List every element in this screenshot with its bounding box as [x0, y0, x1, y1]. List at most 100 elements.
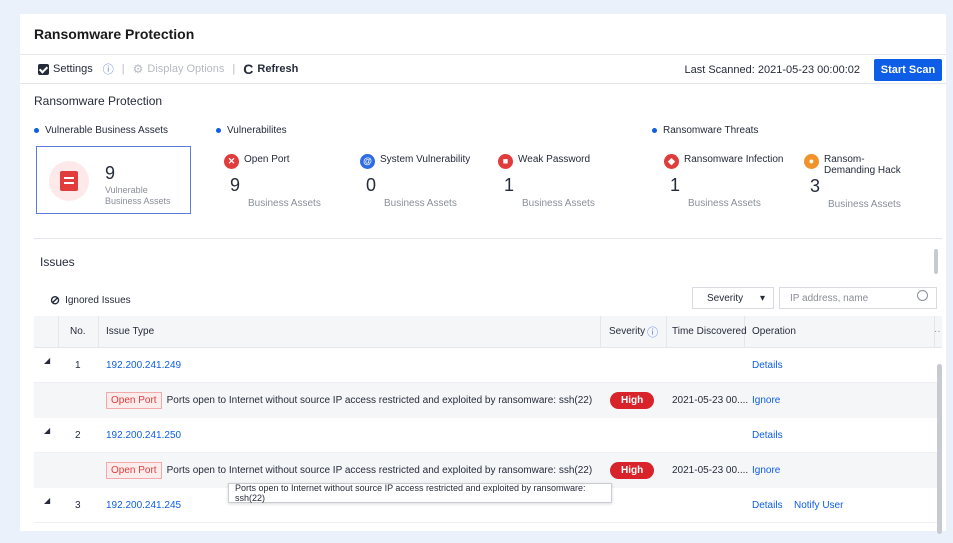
refresh-label: Refresh — [257, 63, 299, 75]
severity-badge: High — [610, 392, 655, 409]
open-port-tag: Open Port — [106, 392, 162, 409]
ignore-link[interactable]: Ignore — [752, 383, 780, 418]
document-icon — [60, 171, 78, 191]
stat-name: System Vulnerability — [380, 154, 471, 165]
table-subrow: Open Port Ports open to Internet without… — [34, 383, 942, 418]
open-port-tag: Open Port — [106, 462, 162, 479]
table-header: No. Issue Type Severity ⓘ Time Discovere… — [34, 316, 942, 348]
notify-user-link[interactable]: Notify User — [794, 488, 843, 522]
row-ip-link[interactable]: 192.200.241.249 — [106, 348, 181, 382]
severity-select[interactable]: Severity ▾ — [692, 287, 774, 309]
toolbar-separator: | — [232, 63, 236, 75]
settings-label: Settings — [53, 63, 93, 75]
ban-icon: ⊘ — [50, 293, 61, 307]
lock-icon: ■ — [498, 154, 513, 169]
stat-open-port[interactable]: ✕ Open Port 9 Business Assets — [224, 154, 359, 209]
section-title: Ransomware Protection — [34, 94, 163, 108]
gear-icon: ⚙ — [132, 62, 144, 76]
ignored-issues-label: Ignored Issues — [65, 294, 131, 306]
ignore-link[interactable]: Ignore — [752, 453, 780, 488]
bullet-icon — [216, 128, 221, 133]
col-severity[interactable]: Severity ⓘ — [609, 316, 658, 347]
issue-tooltip: Ports open to Internet without source IP… — [228, 483, 612, 503]
expand-icon[interactable]: ◢ — [44, 483, 50, 517]
time-cell: 2021-05-23 00.... — [672, 465, 749, 476]
row-ip-link[interactable]: 192.200.241.245 — [106, 488, 181, 522]
last-scanned-text: Last Scanned: 2021-05-23 00:00:02 — [684, 64, 860, 76]
vulnerable-assets-card[interactable]: 9 Vulnerable Business Assets — [36, 146, 191, 214]
issue-description: Ports open to Internet without source IP… — [166, 465, 593, 476]
toolbar-separator: | — [121, 63, 125, 75]
table-row: ◢ 2 192.200.241.250 Details — [34, 418, 942, 453]
details-link[interactable]: Details — [752, 348, 783, 382]
group-label-text: Vulnerable Business Assets — [45, 125, 169, 136]
stat-sub: Business Assets — [828, 199, 901, 210]
toolbar: Settings ⓘ | ⚙ Display Options | C Refre… — [20, 54, 946, 84]
issues-title: Issues — [40, 255, 75, 269]
bullet-icon — [652, 128, 657, 133]
start-scan-button[interactable]: Start Scan — [874, 59, 942, 81]
stat-count: 9 — [230, 175, 241, 195]
time-cell: 2021-05-23 00.... — [672, 395, 749, 406]
stat-name: Ransomware Infection — [684, 154, 784, 165]
severity-cell: High — [610, 453, 655, 488]
col-operation: Operation — [752, 326, 796, 337]
issue-desc-cell: Open Port Ports open to Internet without… — [106, 383, 592, 418]
search-icon[interactable] — [917, 290, 928, 301]
page-title: Ransomware Protection — [34, 26, 195, 42]
display-options-button[interactable]: ⚙ Display Options — [133, 62, 225, 76]
group-label-text: Ransomware Threats — [663, 125, 759, 136]
stat-count: 3 — [810, 176, 821, 196]
row-ip-link[interactable]: 192.200.241.250 — [106, 418, 181, 452]
severity-cell: High — [610, 383, 655, 418]
stat-count: 1 — [504, 175, 515, 195]
expand-icon[interactable]: ◢ — [44, 413, 50, 447]
col-severity-label: Severity — [609, 326, 646, 337]
details-link[interactable]: Details — [752, 418, 783, 452]
close-icon: ✕ — [224, 154, 239, 169]
search-input[interactable] — [779, 287, 937, 309]
stat-count: 0 — [366, 175, 377, 195]
group-label-threats: Ransomware Threats — [652, 125, 758, 136]
refresh-icon: C — [243, 61, 254, 77]
settings-button[interactable]: Settings ⓘ — [38, 61, 114, 77]
main-panel: Ransomware Protection Settings ⓘ | ⚙ Dis… — [20, 14, 946, 534]
col-no: No. — [70, 326, 86, 337]
stat-sub: Business Assets — [248, 198, 321, 209]
expand-icon[interactable]: ◢ — [44, 343, 50, 377]
group-label-text: Vulnerabilites — [227, 125, 287, 136]
asset-label: Vulnerable Business Assets — [105, 185, 171, 206]
checkbox-icon — [38, 63, 49, 75]
col-time: Time Discovered — [672, 326, 747, 337]
stat-name: Open Port — [244, 154, 290, 165]
severity-badge: High — [610, 462, 655, 479]
stat-sub: Business Assets — [384, 198, 457, 209]
stat-ransom-demanding-hack[interactable]: ● Ransom-Demanding Hack 3 Business Asset… — [804, 154, 939, 210]
row-number: 2 — [75, 429, 81, 441]
issue-description: Ports open to Internet without source IP… — [166, 395, 593, 406]
hacker-icon: ● — [804, 154, 819, 169]
shield-icon: ◆ — [664, 154, 679, 169]
details-link[interactable]: Details — [752, 488, 783, 522]
table-scrollbar[interactable] — [937, 364, 942, 534]
stat-name: Ransom-Demanding Hack — [824, 154, 901, 176]
asset-icon-wrap — [49, 161, 89, 201]
chevron-down-icon: ▾ — [759, 292, 765, 304]
at-icon: @ — [360, 154, 375, 169]
ignored-issues-button[interactable]: ⊘ Ignored Issues — [50, 293, 131, 307]
stat-sub: Business Assets — [688, 198, 761, 209]
display-options-label: Display Options — [147, 63, 225, 75]
group-label-vulnerabilities: Vulnerabilites — [216, 125, 287, 136]
stat-system-vulnerability[interactable]: @ System Vulnerability 0 Business Assets — [360, 154, 495, 209]
info-icon[interactable]: ⓘ — [647, 324, 658, 340]
refresh-button[interactable]: C Refresh — [243, 61, 298, 77]
more-columns-icon[interactable]: ·· — [934, 316, 941, 347]
stat-sub: Business Assets — [522, 198, 595, 209]
stat-ransomware-infection[interactable]: ◆ Ransomware Infection 1 Business Assets — [664, 154, 799, 209]
table-row: ◢ 1 192.200.241.249 Details — [34, 348, 942, 383]
group-label-vulnerable-assets: Vulnerable Business Assets — [34, 125, 168, 136]
info-icon[interactable]: ⓘ — [103, 61, 114, 77]
stat-name: Weak Password — [518, 154, 591, 165]
asset-count: 9 — [105, 163, 116, 183]
stat-weak-password[interactable]: ■ Weak Password 1 Business Assets — [498, 154, 633, 209]
